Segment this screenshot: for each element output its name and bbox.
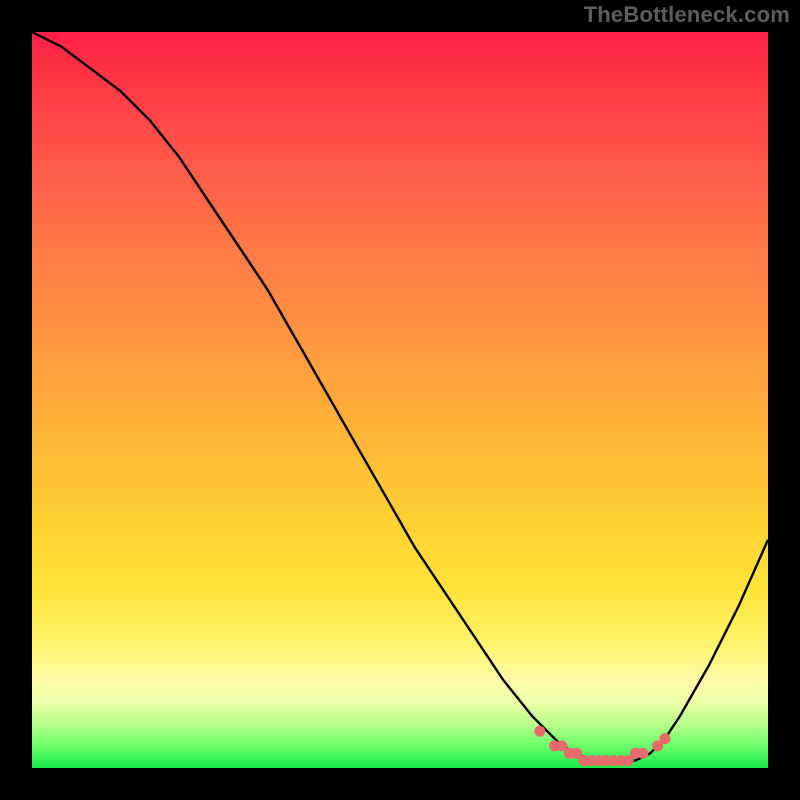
marker-dot: [534, 726, 545, 737]
optimal-band-markers: [534, 726, 670, 766]
chart-svg: [32, 32, 768, 768]
marker-dot: [660, 733, 671, 744]
bottleneck-curve-line: [32, 32, 768, 761]
marker-dot: [637, 748, 648, 759]
watermark-label: TheBottleneck.com: [584, 2, 790, 28]
curve-path: [32, 32, 768, 761]
chart-frame: TheBottleneck.com: [0, 0, 800, 800]
plot-area: [32, 32, 768, 768]
